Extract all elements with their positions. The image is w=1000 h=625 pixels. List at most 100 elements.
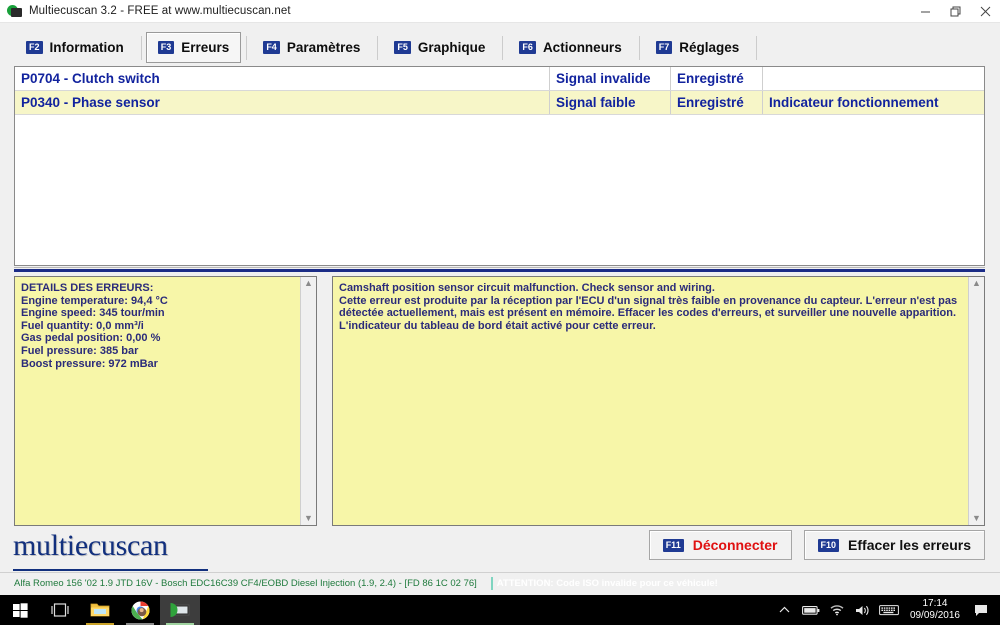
tab-label-graphique: Graphique (417, 40, 486, 55)
panel-divider (14, 267, 985, 273)
tab-label-information: Information (49, 40, 124, 55)
error-code: P0704 - Clutch switch (15, 67, 550, 90)
status-separator (490, 577, 493, 590)
folder-icon (90, 603, 110, 617)
detail-line: Fuel pressure: 385 bar (21, 344, 139, 357)
action-center-button[interactable] (968, 595, 994, 625)
file-explorer-button[interactable] (80, 595, 120, 625)
description-scrollbar[interactable]: ▲ ▼ (968, 277, 984, 525)
keyboard-icon[interactable] (876, 595, 902, 625)
footer-buttons: F11 Déconnecter F10 Effacer les erreurs (637, 530, 985, 560)
tab-separator (638, 36, 640, 60)
multiecuscan-logo: multiecuscan (13, 529, 168, 562)
window-title: Multiecuscan 3.2 - FREE at www.multiecus… (29, 5, 291, 17)
error-extra: Indicateur fonctionnement (769, 95, 939, 110)
tab-separator (246, 36, 248, 60)
footer-bar: multiecuscan F11 Déconnecter F10 Effacer… (0, 529, 1000, 575)
fkey-badge-f11: F11 (662, 538, 684, 552)
clock-date: 09/09/2016 (909, 610, 960, 621)
detail-line: Gas pedal position: 0,00 % (21, 332, 161, 345)
details-title: DETAILS DES ERREURS: (21, 282, 154, 294)
system-tray: 17:14 09/09/2016 (772, 595, 1000, 625)
clock-time: 17:14 (922, 598, 948, 609)
restore-icon[interactable] (940, 0, 970, 22)
scroll-down-icon[interactable]: ▼ (972, 514, 981, 523)
table-row[interactable]: P0340 - Phase sensor Signal faible Enreg… (15, 91, 984, 115)
description-line: Camshaft position sensor circuit malfunc… (339, 282, 715, 294)
tab-graphique[interactable]: F5 Graphique (382, 32, 497, 63)
scroll-up-icon[interactable]: ▲ (304, 279, 313, 288)
task-view-button[interactable] (40, 595, 80, 625)
tab-label-reglages: Réglages (679, 40, 740, 55)
erreurs-panel: P0704 - Clutch switch Signal invalide En… (0, 63, 1000, 595)
chrome-button[interactable] (120, 595, 160, 625)
close-icon[interactable] (970, 0, 1000, 22)
error-state: Enregistré (671, 67, 763, 90)
multiecuscan-button[interactable] (160, 595, 200, 625)
action-center-icon (975, 604, 987, 616)
details-scrollbar[interactable]: ▲ ▼ (300, 277, 316, 525)
volume-icon[interactable] (850, 595, 876, 625)
taskbar-clock[interactable]: 17:14 09/09/2016 (902, 598, 968, 622)
error-description-text: Camshaft position sensor circuit malfunc… (333, 277, 968, 525)
minimize-icon[interactable] (910, 0, 940, 22)
tab-reglages[interactable]: F7 Réglages (644, 32, 752, 63)
iso-warning-text: ATTENTION: Code ISO invalide pour ce véh… (496, 578, 718, 589)
description-line: L'indicateur du tableau de bord était ac… (339, 319, 656, 332)
error-code-table[interactable]: P0704 - Clutch switch Signal invalide En… (14, 66, 985, 266)
wifi-icon[interactable] (824, 595, 850, 625)
error-details-text: DETAILS DES ERREURS: Engine temperature:… (15, 277, 300, 525)
tab-actionneurs[interactable]: F6 Actionneurs (507, 32, 633, 63)
window-titlebar: Multiecuscan 3.2 - FREE at www.multiecus… (0, 0, 1000, 23)
table-row[interactable]: P0704 - Clutch switch Signal invalide En… (15, 67, 984, 91)
vehicle-status-text: Alfa Romeo 156 '02 1.9 JTD 16V - Bosch E… (14, 578, 477, 589)
tab-label-erreurs: Erreurs (181, 40, 230, 55)
chrome-icon (130, 600, 150, 620)
windows-logo-icon (12, 602, 28, 618)
fkey-badge-f5: F5 (394, 41, 411, 54)
show-hidden-icons-button[interactable] (772, 595, 798, 625)
fkey-badge-f4: F4 (263, 41, 280, 54)
fkey-badge-f2: F2 (26, 41, 43, 54)
scroll-down-icon[interactable]: ▼ (304, 514, 313, 523)
error-status: Signal invalide (550, 67, 671, 90)
logo-underline (13, 569, 208, 571)
detail-panes: DETAILS DES ERREURS: Engine temperature:… (14, 276, 985, 526)
tab-separator (756, 36, 758, 60)
tab-parametres[interactable]: F4 Paramètres (251, 32, 372, 63)
detail-line: Engine speed: 345 tour/min (21, 307, 165, 320)
tab-information[interactable]: F2 Information (14, 32, 136, 63)
clear-errors-button-label: Effacer les erreurs (848, 537, 971, 553)
multiecuscan-icon (170, 603, 190, 617)
fkey-badge-f6: F6 (519, 41, 536, 54)
tab-separator (377, 36, 379, 60)
fkey-badge-f10: F10 (817, 538, 840, 552)
window-controls (910, 0, 1000, 22)
task-view-icon (51, 603, 69, 617)
disconnect-button-label: Déconnecter (692, 537, 778, 553)
battery-icon[interactable] (798, 595, 824, 625)
fkey-badge-f3: F3 (157, 41, 175, 54)
main-tabstrip: F2 Information F3 Erreurs F4 Paramètres … (0, 23, 1000, 64)
error-state: Enregistré (671, 91, 763, 114)
chevron-up-icon (780, 606, 790, 613)
multiecuscan-window: Multiecuscan 3.2 - FREE at www.multiecus… (0, 0, 1000, 595)
disconnect-button[interactable]: F11 Déconnecter (648, 530, 792, 560)
fkey-badge-f7: F7 (655, 41, 673, 54)
detail-line: Engine temperature: 94,4 °C (21, 294, 168, 307)
tab-separator (502, 36, 504, 60)
error-details-panel[interactable]: DETAILS DES ERREURS: Engine temperature:… (14, 276, 317, 526)
tab-erreurs[interactable]: F3 Erreurs (145, 32, 242, 63)
detail-line: Fuel quantity: 0,0 mm³/i (21, 319, 144, 332)
windows-taskbar: 17:14 09/09/2016 (0, 595, 1000, 625)
status-bar: Alfa Romeo 156 '02 1.9 JTD 16V - Bosch E… (0, 572, 1000, 594)
error-description-panel[interactable]: Camshaft position sensor circuit malfunc… (332, 276, 985, 526)
error-code: P0340 - Phase sensor (15, 91, 550, 114)
tab-label-actionneurs: Actionneurs (542, 40, 622, 55)
error-extra (763, 67, 984, 90)
start-button[interactable] (0, 595, 40, 625)
detail-line: Boost pressure: 972 mBar (21, 357, 158, 370)
error-status: Signal faible (550, 91, 671, 114)
clear-errors-button[interactable]: F10 Effacer les erreurs (803, 530, 985, 560)
scroll-up-icon[interactable]: ▲ (972, 279, 981, 288)
